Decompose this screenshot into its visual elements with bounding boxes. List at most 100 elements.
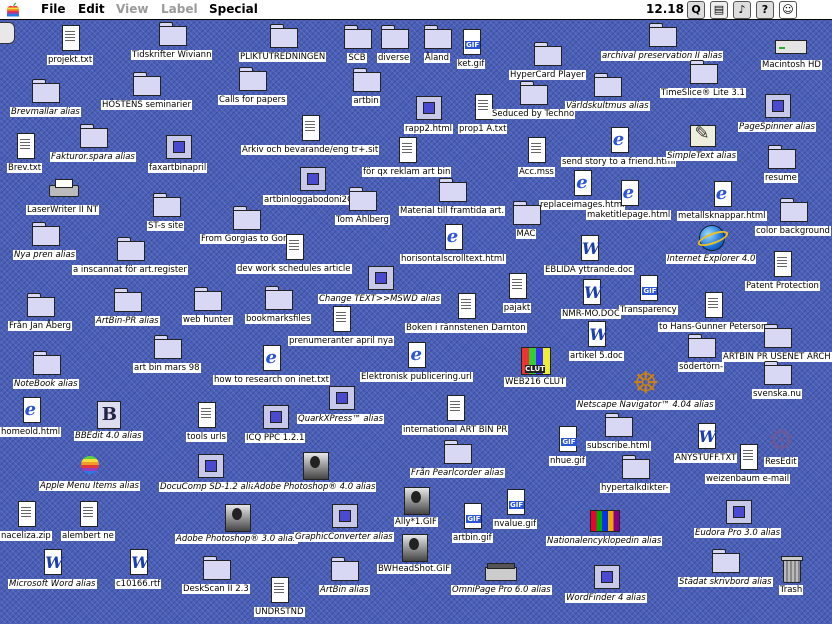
desktop-icon-calls-for-papers[interactable]: Calls for papers [218,65,287,105]
desktop-icon-projekt-txt[interactable]: projekt.txt [47,25,94,65]
desktop-icon-bbedit-4-0-alias[interactable]: BBEdit 4.0 alias [74,401,143,441]
desktop-icon-international-art-bin-pr[interactable]: international ART BIN PR [402,395,509,435]
help-icon[interactable]: ? [756,1,774,19]
desktop-icon-ket-gif[interactable]: ket.gif [455,29,487,69]
desktop-icon-scb[interactable]: SCB [341,23,373,63]
desktop-icon-artbin-gif[interactable]: artbin.gif [452,503,493,543]
keyboard-icon[interactable]: ▤ [710,1,728,19]
desktop-icon-adobe-photoshop-4-0-alias[interactable]: Adobe Photoshop® 4.0 alias [253,452,377,492]
desktop-icon-homeold-html[interactable]: homeold.html [0,397,62,437]
desktop-icon-nmr-mo-doc[interactable]: NMR-MO.DOC [561,279,621,319]
desktop-icon-tools-urls[interactable]: tools urls [186,402,227,442]
desktop-icon-hypertalkdikter[interactable]: hypertalkdikter- [600,453,670,493]
desktop-icon-docucomp-sd-1-2-alias[interactable]: DocuComp SD-1.2 alias [159,452,262,492]
desktop-icon-seduced-by-techno[interactable]: Seduced by Techno [491,79,576,119]
desktop-icon-notebook-alias[interactable]: NoteBook alias [13,349,79,389]
desktop-icon-va-rldskultmus-alias[interactable]: Världskultmus alias [565,71,650,111]
desktop-icon-brevmallar-alias[interactable]: Brevmallar alias [10,77,81,117]
desktop-icon-nhue-gif[interactable]: nhue.gif [549,426,586,466]
desktop-icon-weizenbaum-e-mail[interactable]: weizenbaum e-mail [705,444,791,484]
desktop-icon-subscribe-html[interactable]: subscribe.html [586,411,651,451]
desktop-icon-web-hunter[interactable]: web hunter [182,285,233,325]
menu-special[interactable]: Special [209,2,258,16]
menu-label[interactable]: Label [161,2,198,16]
desktop-icon-adobe-photoshop-3-0-alias[interactable]: Adobe Photoshop® 3.0 alias [175,504,299,544]
desktop-icon-fra-n-pearlcorder-alias[interactable]: Från Pearlcorder alias [410,438,505,478]
desktop-icon-artbin[interactable]: artbin [350,66,382,106]
desktop-icon-eblida-yttrande-doc[interactable]: EBLIDA yttrande.doc [544,235,634,275]
desktop-icon-art-bin-mars-98[interactable]: art bin mars 98 [133,333,201,373]
desktop-icon-diverse[interactable]: diverse [377,23,411,63]
desktop-icon-icq-ppc-1-2-1[interactable]: ICQ PPC 1.2.1 [245,403,306,443]
desktop-icon-alembert-ne[interactable]: alembert ne [61,501,115,541]
finder-application-icon[interactable]: ☺ [779,1,797,19]
control-strip-tab[interactable] [0,22,15,44]
desktop-icon-nya-pren-alias[interactable]: Nya pren alias [13,220,77,260]
desktop-icon-nationalencyklopedin-alias[interactable]: Nationalencyklopedin alias [546,506,663,546]
desktop-icon-artbin-pr-alias[interactable]: ArtBin-PR alias [95,286,160,326]
desktop-icon-arkiv-och-bevarande-eng-tr-sit[interactable]: Arkiv och bevarande/eng tr+.sit [241,115,380,155]
desktop-icon-pagespinner-alias[interactable]: PageSpinner alias [738,92,816,132]
desktop-icon-bwheadshot-gif[interactable]: BWHeadShot.GIF [377,534,452,574]
desktop-icon-a-inscannat-fo-r-art-register[interactable]: a inscannat för art.register [72,235,188,275]
desktop-icon-tom-ahlberg[interactable]: Tom Ahlberg [335,185,390,225]
desktop-icon-mac[interactable]: MAC [510,199,542,239]
desktop-icon-so-derto-rn[interactable]: södertörn- [678,332,725,372]
menu-view[interactable]: View [116,2,148,16]
desktop-icon-artbin-pr-usenet-arch[interactable]: ARTBIN PR USENET ARCH [722,322,832,362]
desktop-icon-fakturor-spara-alias[interactable]: Fakturor.spara alias [50,122,136,162]
desktop-icon-web216-clut[interactable]: WEB216 CLUT [504,347,567,387]
menu-file[interactable]: File [41,2,66,16]
desktop-icon-boken-i-ra-nnstenen-darnton[interactable]: Boken i rännstenen Darnton [405,293,527,333]
desktop-icon-laserwriter-ii-nt[interactable]: LaserWriter II NT [26,175,100,215]
desktop-icon-metallsknappar-html[interactable]: metallsknappar.html [677,181,767,221]
desktop-icon-a-land[interactable]: Åland [421,23,453,63]
desktop-icon-color-background[interactable]: color background [755,196,831,236]
desktop-icon-svenska-nu[interactable]: svenska.nu [752,359,802,399]
desktop-icon-timeslice-lite-3-1[interactable]: TimeSlice® Lite 3.1 [660,58,746,98]
desktop-icon-rapp2-html[interactable]: rapp2.html [404,94,453,134]
desktop-icon-maketitlepage-html[interactable]: maketitlepage.html [586,180,672,220]
desktop-icon-simpletext-alias[interactable]: SimpleText alias [666,121,738,161]
desktop-icon-send-story-to-a-friend-html[interactable]: send story to a friend.html [561,127,677,167]
desktop-icon-prenumeranter-april-nya[interactable]: prenumeranter april nya [288,306,395,346]
desktop-icon-material-till-framtida-art[interactable]: Material till framtida art. [399,176,506,216]
desktop-icon-pliktutredningen[interactable]: PLIKTUTREDNINGEN [239,22,327,62]
quicktime-icon[interactable]: Q [687,1,705,19]
desktop-icon-ally-1-gif[interactable]: Ally*1.GIF [394,487,438,527]
desktop-icon-eudora-pro-3-0-alias[interactable]: Eudora Pro 3.0 alias [694,498,782,538]
desktop-icon-omnipage-pro-6-0-alias[interactable]: OmniPage Pro 6.0 alias [451,555,552,595]
desktop-icon-tidskrifter-wiviann[interactable]: Tidskrifter Wiviann [131,20,213,60]
desktop-icon-archival-preservation-ii-alias[interactable]: archival preservation II alias [601,21,724,61]
desktop-icon-fra-n-jan-a-berg[interactable]: Från Jan Åberg [8,291,73,331]
desktop-icon-artbin-alias[interactable]: ArtBin alias [319,555,370,595]
desktop-icon-microsoft-word-alias[interactable]: Microsoft Word alias [8,549,97,589]
desktop-icon-brev-txt[interactable]: Brev.txt [7,133,43,173]
menu-clock[interactable]: 12.18 [646,2,684,16]
desktop-icon-c10166-rtf[interactable]: c10166.rtf [115,549,162,589]
desktop-icon-quarkxpress-alias[interactable]: QuarkXPress™ alias [297,384,385,424]
desktop-icon-sta-dat-skrivbord-alias[interactable]: Städat skrivbord alias [678,547,773,587]
desktop-icon-resume[interactable]: resume [764,143,798,183]
desktop-icon-ho-stens-seminarier[interactable]: HÖSTENS seminarier [101,70,192,110]
desktop-icon-artikel-5-doc[interactable]: artikel 5.doc [569,321,624,361]
desktop-icon-undrstnd[interactable]: UNDRSTND [254,577,305,617]
desktop-icon-internet-explorer-4-0[interactable]: Internet Explorer 4.0 [666,224,757,264]
desktop-icon-netscape-navigator-4-04-alias[interactable]: Netscape Navigator™ 4.04 alias [576,366,715,410]
apple-menu-icon[interactable] [6,2,20,17]
desktop-icon-st-s-site[interactable]: ST-s site [147,191,185,231]
desktop-icon-how-to-research-on-inet-txt[interactable]: how to research on inet.txt [213,345,330,385]
desktop-icon-deskscan-ii-2-3[interactable]: DeskScan II 2.3 [182,554,250,594]
desktop-icon-patent-protection[interactable]: Patent Protection [745,251,820,291]
desktop-icon-elektronisk-publicering-url[interactable]: Elektronisk publicering.url [360,342,473,382]
desktop-icon-apple-menu-items-alias[interactable]: Apple Menu Items alias [39,451,140,491]
desktop-icon-macintosh-hd[interactable]: Macintosh HD [761,30,822,70]
speaker-icon[interactable]: ♪ [733,1,751,19]
desktop-icon-trash[interactable]: Trash [775,555,807,595]
desktop-icon-wordfinder-4-alias[interactable]: WordFinder 4 alias [565,563,647,603]
desktop-icon-horisontalscrolltext-html[interactable]: horisontalscrolltext.html [400,224,506,264]
desktop-icon-fo-r-qx-reklam-art-bin[interactable]: för qx reklam art bin [362,137,452,177]
desktop-icon-naceliza-zip[interactable]: naceliza.zip [0,501,52,541]
desktop-icon-nvalue-gif[interactable]: nvalue.gif [493,489,538,529]
desktop-icon-faxartbinapril[interactable]: faxartbinapril [148,133,208,173]
